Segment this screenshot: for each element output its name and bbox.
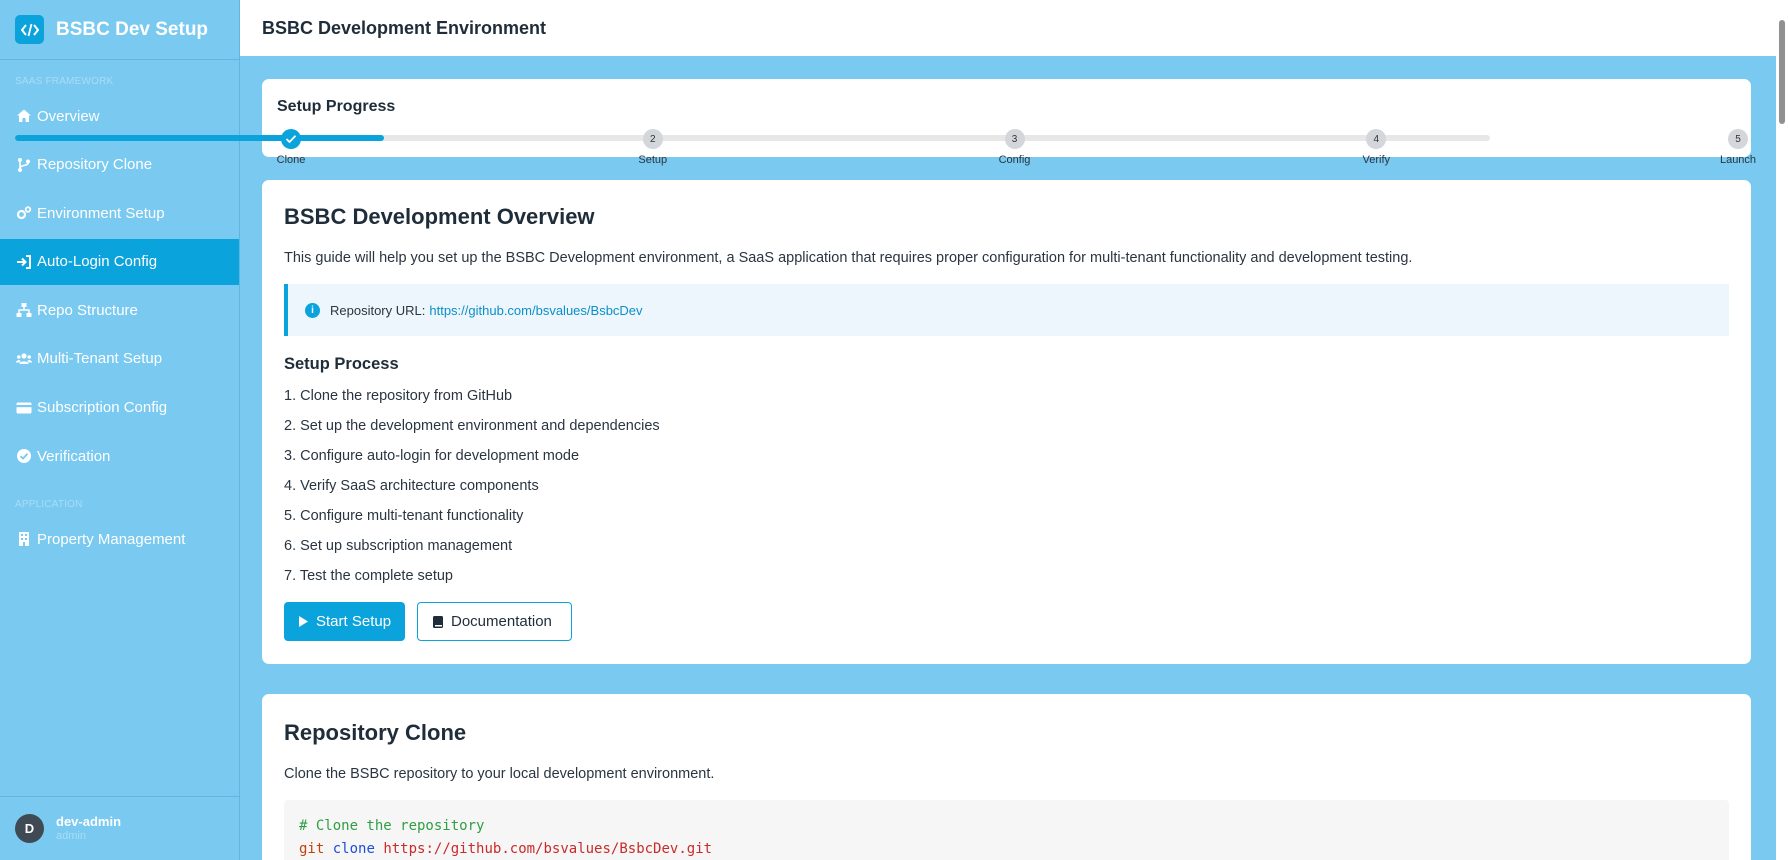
home-icon xyxy=(15,107,33,125)
step-label: Setup xyxy=(638,154,668,166)
step-label: Launch xyxy=(1719,154,1757,166)
book-icon xyxy=(432,615,444,629)
overview-description: This guide will help you set up the BSBC… xyxy=(284,250,1413,266)
repository-clone-card: Repository Clone Clone the BSBC reposito… xyxy=(262,694,1751,860)
list-item: 6. Set up subscription management xyxy=(284,538,513,554)
documentation-label: Documentation xyxy=(451,613,552,630)
step-label: Verify xyxy=(1362,154,1390,166)
code-comment: # Clone the repository xyxy=(299,818,485,834)
code-line: git clone https://github.com/bsvalues/Bs… xyxy=(299,838,1714,860)
setup-process-title: Setup Process xyxy=(284,355,399,373)
code-branch-icon xyxy=(15,156,33,174)
code-subcommand: clone xyxy=(332,841,375,857)
sidebar-item-verification[interactable]: Verification xyxy=(0,433,239,479)
user-name: dev-admin xyxy=(56,814,122,830)
brand[interactable]: BSBC Dev Setup xyxy=(0,0,239,60)
sidebar-item-label: Auto-Login Config xyxy=(37,253,158,271)
list-item: 7. Test the complete setup xyxy=(284,568,454,584)
credit-card-icon xyxy=(15,399,33,417)
users-icon xyxy=(15,350,33,368)
code-command: git xyxy=(299,841,325,857)
sidebar-item-overview[interactable]: Overview xyxy=(0,93,239,139)
sitemap-icon xyxy=(15,301,33,319)
list-item: 2. Set up the development environment an… xyxy=(284,418,660,434)
repository-clone-description: Clone the BSBC repository to your local … xyxy=(284,766,715,782)
code-url: https://github.com/bsvalues/BsbcDev.git xyxy=(383,841,713,857)
repository-url-link[interactable]: https://github.com/bsvalues/BsbcDev xyxy=(429,303,642,318)
info-icon: i xyxy=(305,302,320,318)
sidebar-item-label: Repository Clone xyxy=(37,156,153,174)
sidebar-item-environment-setup[interactable]: Environment Setup xyxy=(0,190,239,236)
step-label: Clone xyxy=(276,154,306,166)
sidebar-item-label: Environment Setup xyxy=(37,204,165,222)
sign-in-icon xyxy=(15,253,33,271)
repository-clone-title: Repository Clone xyxy=(284,720,467,745)
list-item: 1. Clone the repository from GitHub xyxy=(284,388,513,404)
setup-process-list: 1. Clone the repository from GitHub 2. S… xyxy=(284,387,660,597)
progress-title: Setup Progress xyxy=(277,98,396,115)
sidebar-item-label: Multi-Tenant Setup xyxy=(37,350,163,368)
scrollbar-thumb[interactable] xyxy=(1779,20,1785,124)
step-number: 5 xyxy=(1728,129,1748,149)
sidebar-item-label: Overview xyxy=(37,107,100,125)
repository-info-box: i Repository URL: https://github.com/bsv… xyxy=(284,284,1729,336)
cogs-icon xyxy=(15,204,33,222)
overview-title: BSBC Development Overview xyxy=(284,204,595,229)
step-label: Config xyxy=(998,154,1031,166)
list-item: 5. Configure multi-tenant functionality xyxy=(284,508,524,524)
section-label-saas: SAAS FRAMEWORK xyxy=(15,76,114,87)
overview-card: BSBC Development Overview This guide wil… xyxy=(262,180,1751,664)
sidebar-item-label: Verification xyxy=(37,447,111,465)
top-bar: BSBC Development Environment xyxy=(240,0,1776,56)
app-title: BSBC Dev Setup xyxy=(56,18,209,40)
user-info: dev-admin admin xyxy=(56,814,121,843)
sidebar-item-auto-login-config[interactable]: Auto-Login Config xyxy=(0,238,239,285)
clone-code-block[interactable]: # Clone the repository git clone https:/… xyxy=(284,800,1729,860)
sidebar-item-label: Property Management xyxy=(37,530,186,548)
documentation-button[interactable]: Documentation xyxy=(417,602,572,641)
sidebar: BSBC Dev Setup SAAS FRAMEWORK Overview R… xyxy=(0,0,240,860)
sidebar-item-label: Subscription Config xyxy=(37,399,168,417)
repository-url-label: Repository URL: xyxy=(330,302,426,318)
list-item: 4. Verify SaaS architecture components xyxy=(284,478,539,494)
page-scrollbar[interactable] xyxy=(1776,0,1788,860)
sidebar-item-repo-structure[interactable]: Repo Structure xyxy=(0,287,239,333)
sidebar-item-multi-tenant-setup[interactable]: Multi-Tenant Setup xyxy=(0,336,239,382)
list-item: 3. Configure auto-login for development … xyxy=(284,448,580,464)
user-profile[interactable]: D dev-admin admin xyxy=(0,796,240,860)
start-setup-button[interactable]: Start Setup xyxy=(284,602,405,641)
code-logo-icon xyxy=(15,15,44,44)
sidebar-item-subscription-config[interactable]: Subscription Config xyxy=(0,385,239,431)
play-icon xyxy=(298,615,309,628)
start-setup-label: Start Setup xyxy=(316,613,392,630)
sidebar-item-property-management[interactable]: Property Management xyxy=(0,516,239,562)
sidebar-item-label: Repo Structure xyxy=(37,301,138,319)
avatar: D xyxy=(15,814,44,843)
progress-fill xyxy=(15,135,384,141)
step-number: 3 xyxy=(1004,129,1025,149)
section-label-application: APPLICATION xyxy=(15,499,83,511)
building-icon xyxy=(15,530,33,548)
check-icon xyxy=(281,129,301,149)
sidebar-item-repository-clone[interactable]: Repository Clone xyxy=(0,142,239,188)
check-circle-icon xyxy=(15,447,33,465)
step-number: 2 xyxy=(642,129,663,149)
page-title: BSBC Development Environment xyxy=(262,17,547,38)
progress-track xyxy=(15,135,1490,141)
user-role: admin xyxy=(56,829,86,842)
